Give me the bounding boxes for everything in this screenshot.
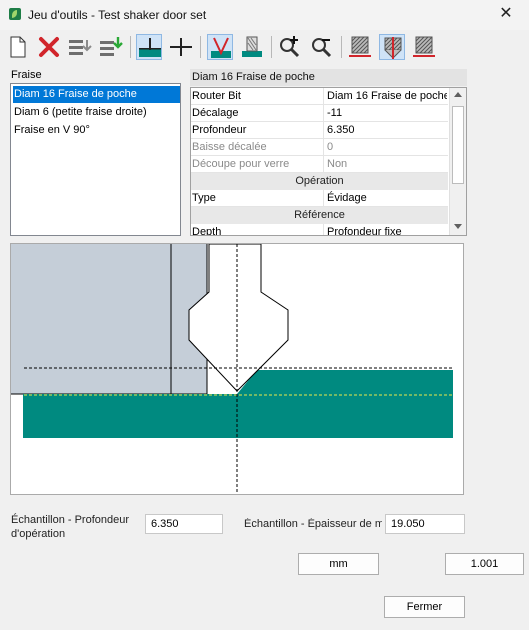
scroll-down-icon[interactable] [454,224,462,229]
property-key: Router Bit [191,88,324,104]
move-down-list-icon[interactable] [67,34,93,60]
import-icon[interactable] [98,34,124,60]
cut-position-low-icon[interactable] [136,34,162,60]
tool-list[interactable]: Diam 16 Fraise de poche Diam 6 (petite f… [10,83,181,236]
zoom-in-icon[interactable] [277,34,303,60]
property-row-verre: Découpe pour verre Non [191,156,448,173]
sample-depth-field[interactable]: 6.350 [145,514,223,534]
list-item[interactable]: Diam 16 Fraise de poche [13,86,180,103]
property-key: Baisse décalée [191,139,324,155]
scroll-thumb[interactable] [452,106,464,184]
property-scrollbar[interactable] [449,88,466,235]
hatch-center-icon[interactable] [379,34,405,60]
sample-thickness-label: Échantillon - Épaisseur de m [244,518,382,530]
title-bar: Jeu d'outils - Test shaker door set ✕ [0,0,529,30]
property-value[interactable]: Diam 16 Fraise de poche [327,88,447,104]
property-key: Profondeur [191,122,324,138]
property-row-baisse: Baisse décalée 0 [191,139,448,156]
new-document-icon[interactable] [5,34,31,60]
property-row-router-bit[interactable]: Router Bit Diam 16 Fraise de poche [191,88,448,105]
scroll-up-icon[interactable] [454,92,462,97]
property-key: Type [191,190,324,206]
straight-bit-profile-icon[interactable] [239,34,265,60]
delete-icon[interactable] [36,34,62,60]
hatch-left-icon[interactable] [347,34,373,60]
list-item[interactable]: Fraise en V 90° [13,122,180,139]
window-title: Jeu d'outils - Test shaker door set [28,8,207,22]
tool-list-label: Fraise [11,69,42,81]
category-reference[interactable]: Référence [191,207,448,224]
property-key: Décalage [191,105,324,121]
property-grid[interactable]: Router Bit Diam 16 Fraise de poche Décal… [190,87,467,236]
property-key: Découpe pour verre [191,156,324,172]
property-value[interactable]: 6.350 [327,122,447,138]
material-raised [237,370,453,394]
property-row-depth[interactable]: Depth Profondeur fixe [191,224,448,235]
sample-thickness-field[interactable]: 19.050 [385,514,465,534]
sample-depth-label: Échantillon - Profondeur d'opération [11,514,130,540]
property-key: Depth [191,224,324,235]
property-value[interactable]: Profondeur fixe [327,224,447,235]
cut-position-high-icon[interactable] [168,34,194,60]
property-grid-header: Diam 16 Fraise de poche [190,69,467,86]
close-button[interactable]: Fermer [384,596,465,618]
app-logo-icon [9,8,21,20]
preview-canvas [11,243,453,494]
units-button[interactable]: mm [298,553,379,575]
category-operation[interactable]: Opération [191,173,448,190]
hatch-right-icon[interactable] [411,34,437,60]
close-icon[interactable]: ✕ [493,3,519,25]
property-value: Non [327,158,348,170]
list-item[interactable]: Diam 6 (petite fraise droite) [13,104,180,121]
scale-button[interactable]: 1.001 [445,553,524,575]
property-value: 0 [327,141,334,153]
property-value[interactable]: Évidage [327,190,447,206]
property-row-decalage[interactable]: Décalage -11 [191,105,448,122]
property-row-profondeur[interactable]: Profondeur 6.350 [191,122,448,139]
property-row-type[interactable]: Type Évidage [191,190,448,207]
toolpath-preview [10,243,464,495]
property-value[interactable]: -11 [327,105,447,121]
vbit-profile-icon[interactable] [207,34,233,60]
zoom-out-icon[interactable] [309,34,335,60]
material-slab [23,394,453,438]
board-area [11,244,207,394]
